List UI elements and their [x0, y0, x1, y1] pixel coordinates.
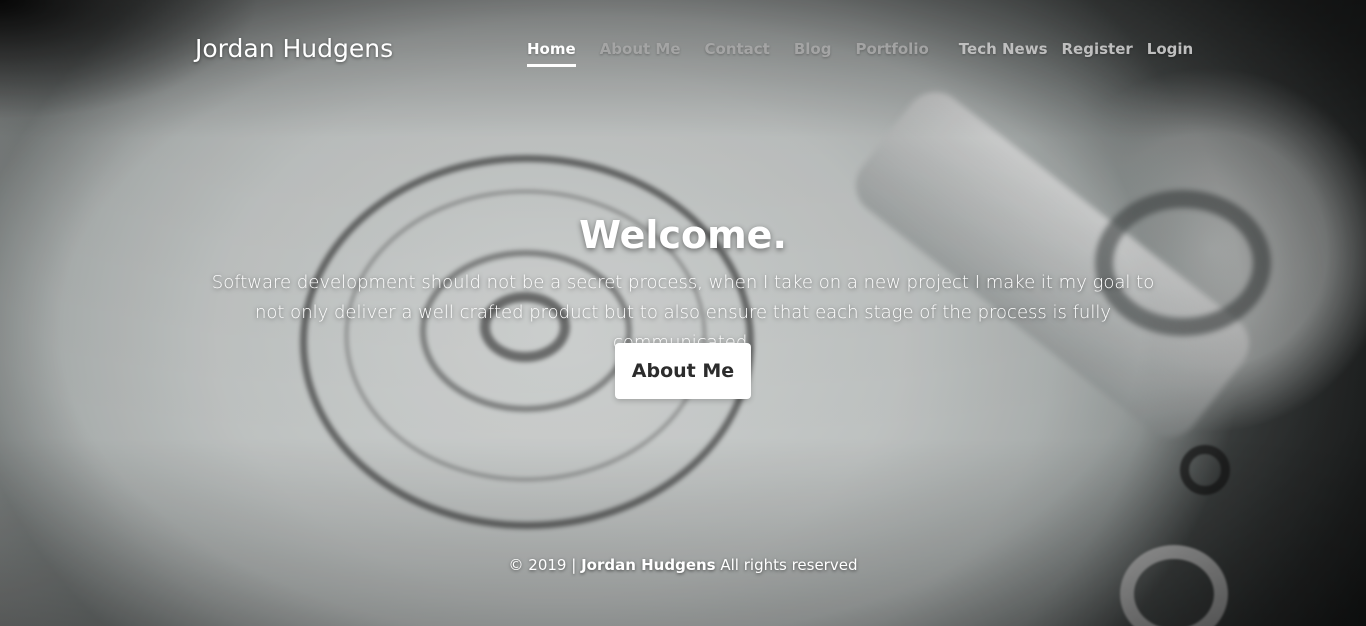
nav-contact[interactable]: Contact: [705, 40, 770, 66]
footer-copyright: © 2019 |: [508, 556, 577, 574]
hero-title: Welcome.: [579, 213, 787, 257]
main-nav: Home About Me Contact Blog Portfolio Tec…: [527, 40, 1207, 70]
footer: © 2019 | Jordan Hudgens All rights reser…: [0, 556, 1366, 574]
nav-tech-news[interactable]: Tech News: [959, 40, 1048, 66]
footer-rights: All rights reserved: [720, 556, 858, 574]
nav-home[interactable]: Home: [527, 40, 576, 67]
brand-logo[interactable]: Jordan Hudgens: [195, 34, 393, 63]
nav-portfolio[interactable]: Portfolio: [855, 40, 928, 66]
footer-name: Jordan Hudgens: [581, 556, 716, 574]
nav-blog[interactable]: Blog: [794, 40, 832, 66]
nav-register[interactable]: Register: [1062, 40, 1133, 66]
nav-about-me[interactable]: About Me: [600, 40, 681, 66]
about-me-button[interactable]: About Me: [615, 343, 751, 399]
nav-login[interactable]: Login: [1147, 40, 1193, 66]
